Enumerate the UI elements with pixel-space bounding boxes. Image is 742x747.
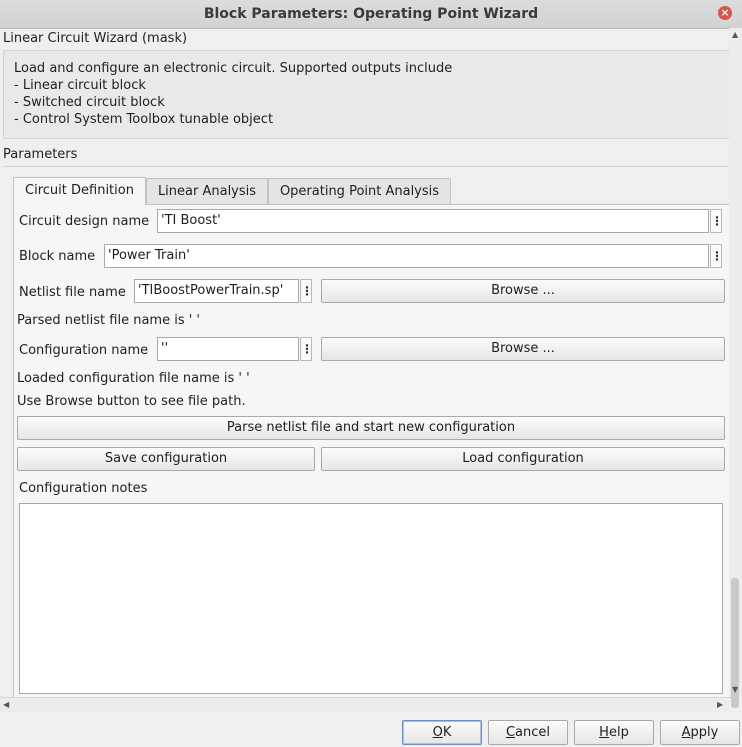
netlist-file-name-label: Netlist file name [19,285,126,300]
configuration-name-input[interactable]: '' [157,337,299,361]
help-button[interactable]: Help [574,720,654,745]
description-line: - Control System Toolbox tunable object [14,112,274,127]
vertical-ellipsis-icon[interactable]: ⋮ [300,279,313,303]
tab-circuit-definition[interactable]: Circuit Definition [13,177,146,205]
apply-button[interactable]: Apply [660,720,740,745]
help-mnemonic: H [599,725,609,740]
tab-operating-point-analysis[interactable]: Operating Point Analysis [268,178,451,204]
parse-netlist-button[interactable]: Parse netlist file and start new configu… [17,416,725,440]
ok-button[interactable]: OK [402,720,482,745]
vertical-scrollbar[interactable]: ▲ ▼ [729,28,742,708]
cancel-label: ancel [515,725,551,740]
vertical-ellipsis-icon[interactable]: ⋮ [710,244,723,268]
cancel-mnemonic: C [505,725,516,740]
mask-title: Linear Circuit Wizard (mask) [3,31,188,46]
vertical-ellipsis-icon[interactable]: ⋮ [710,209,723,233]
description-box: Load and configure an electronic circuit… [3,50,730,139]
parameters-label: Parameters [3,147,78,162]
circuit-design-name-input[interactable]: 'TI Boost' [157,209,709,233]
configuration-notes-textarea[interactable] [19,503,723,694]
loaded-configuration-text: Loaded configuration file name is ' ' [17,371,250,386]
title-bar: Block Parameters: Operating Point Wizard… [0,0,742,29]
window-title: Block Parameters: Operating Point Wizard [203,6,539,22]
scroll-left-icon[interactable]: ◀ [3,700,9,709]
tab-linear-analysis[interactable]: Linear Analysis [146,178,268,204]
load-configuration-button[interactable]: Load configuration [321,447,725,471]
description-line: Load and configure an electronic circuit… [14,61,453,76]
save-configuration-button[interactable]: Save configuration [17,447,315,471]
configuration-notes-label: Configuration notes [19,481,148,496]
browse-hint-text: Use Browse button to see file path. [17,394,246,409]
apply-label: pply [690,725,719,740]
block-name-input[interactable]: 'Power Train' [104,244,709,268]
block-name-label: Block name [19,249,96,264]
ok-label: K [442,725,452,740]
ok-mnemonic: O [432,725,443,740]
description-line: - Linear circuit block [14,78,146,93]
configuration-name-label: Configuration name [19,343,149,358]
netlist-file-name-input[interactable]: 'TIBoostPowerTrain.sp' [134,279,299,303]
configuration-browse-button[interactable]: Browse ... [321,337,725,361]
close-icon[interactable]: × [718,6,732,20]
netlist-browse-button[interactable]: Browse ... [321,279,725,303]
parsed-netlist-text: Parsed netlist file name is ' ' [17,313,201,328]
help-label: elp [608,725,629,740]
apply-mnemonic: A [681,725,691,740]
circuit-design-name-label: Circuit design name [19,214,150,229]
cancel-button[interactable]: Cancel [488,720,568,745]
description-line: - Switched circuit block [14,95,165,110]
scroll-up-icon[interactable]: ▲ [732,30,738,39]
dialog-button-bar: OK Cancel Help Apply [0,712,742,747]
scroll-down-icon[interactable]: ▼ [732,685,738,694]
horizontal-scrollbar[interactable]: ◀ ▶ [0,697,729,712]
scroll-right-icon[interactable]: ▶ [717,700,723,709]
vertical-ellipsis-icon[interactable]: ⋮ [300,337,313,361]
